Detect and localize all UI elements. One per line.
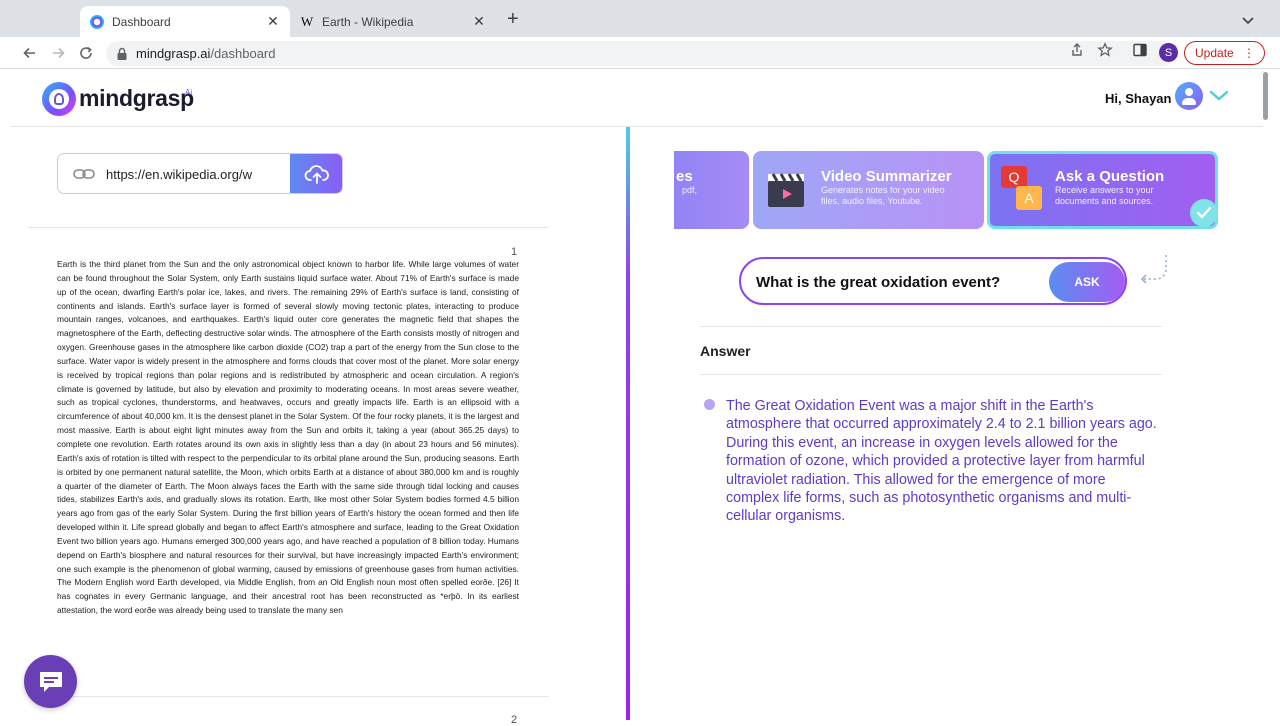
clapperboard-icon [768, 173, 804, 207]
forward-arrow-icon[interactable] [48, 43, 68, 63]
cloud-upload-icon [304, 164, 329, 184]
logo-badge: Ai [185, 88, 193, 97]
star-icon[interactable] [1097, 42, 1113, 58]
reload-icon[interactable] [76, 43, 96, 63]
tool-title: Ask a Question [1055, 168, 1165, 185]
tab-title: Dashboard [112, 14, 171, 29]
answer-heading: Answer [700, 343, 751, 359]
ask-button[interactable]: ASK [1049, 262, 1125, 302]
chat-icon [39, 671, 62, 692]
new-tab-button[interactable]: + [507, 9, 519, 29]
mindgrasp-logo-icon[interactable] [42, 82, 76, 116]
share-icon[interactable] [1069, 42, 1085, 58]
qa-icon: Q A [1001, 166, 1043, 212]
update-button[interactable]: Update ⋮ [1184, 41, 1265, 65]
app-header: mindgrasp Ai Hi, Shayan [11, 70, 1263, 127]
document-text: Earth is the third planet from the Sun a… [57, 259, 519, 616]
tool-card-video-summarizer[interactable]: Video Summarizer Generates notes for you… [753, 151, 984, 229]
update-label: Update [1195, 46, 1234, 60]
profile-avatar[interactable]: S [1159, 43, 1178, 62]
close-icon[interactable]: ✕ [266, 13, 280, 30]
bullet-icon [704, 399, 715, 410]
link-icon [73, 169, 95, 179]
question-input[interactable] [756, 270, 1041, 294]
divider-line [28, 227, 549, 228]
divider-line [700, 374, 1162, 375]
page-number: 1 [511, 246, 518, 258]
tool-card-ask-a-question[interactable]: Q A Ask a Question Receive answers to yo… [987, 151, 1218, 229]
chat-button[interactable] [24, 655, 77, 708]
page-number: 2 [511, 714, 518, 726]
scrollbar-thumb[interactable] [1263, 72, 1268, 120]
lock-icon [117, 47, 127, 60]
tab-earth-wikipedia[interactable]: W Earth - Wikipedia ✕ [290, 6, 496, 37]
dashboard-favicon [90, 14, 104, 29]
tool-card-notes[interactable]: es pdf, [674, 151, 749, 229]
url-input[interactable] [106, 163, 286, 185]
tool-description: Generates notes for your video files, au… [821, 185, 945, 206]
chevron-down-icon[interactable] [1209, 90, 1229, 102]
menu-dots-icon[interactable]: ⋮ [1243, 45, 1255, 61]
browser-toolbar: mindgrasp.ai/dashboard S Update ⋮ [0, 37, 1280, 69]
url-path: /dashboard [210, 46, 276, 61]
user-avatar[interactable] [1175, 82, 1203, 110]
divider-line [700, 326, 1162, 327]
question-box: ASK [739, 257, 1127, 305]
divider-line [28, 696, 549, 697]
upload-button[interactable] [290, 154, 342, 193]
tool-description: pdf, [682, 185, 698, 195]
chevron-down-icon[interactable] [1240, 12, 1256, 28]
tab-title: Earth - Wikipedia [322, 14, 414, 29]
page-scrollbar[interactable] [1263, 70, 1269, 720]
dotted-arrow-icon [1141, 255, 1167, 284]
wikipedia-favicon: W [300, 13, 314, 29]
tool-carousel: es pdf, Video Summarizer Generates notes… [674, 151, 1224, 229]
tab-dashboard[interactable]: Dashboard ✕ [80, 6, 290, 37]
qa-icon-q: Q [1001, 166, 1027, 188]
sidebar-icon[interactable] [1132, 42, 1148, 58]
address-bar[interactable]: mindgrasp.ai/dashboard [106, 41, 1174, 66]
url-host: mindgrasp.ai [136, 46, 211, 61]
tool-description: Receive answers to your documents and so… [1055, 185, 1154, 206]
check-icon [1190, 199, 1218, 227]
qa-icon-a: A [1016, 186, 1042, 210]
logo-text[interactable]: mindgrasp [79, 85, 194, 112]
back-arrow-icon[interactable] [20, 43, 40, 63]
answer-text: The Great Oxidation Event was a major sh… [726, 398, 1157, 525]
source-url-field [57, 153, 343, 194]
close-icon[interactable]: ✕ [472, 13, 486, 30]
browser-tab-strip: Dashboard ✕ W Earth - Wikipedia ✕ + [0, 0, 1280, 37]
user-greeting: Hi, Shayan [1105, 91, 1172, 106]
tool-title: es [676, 168, 693, 185]
pane-divider[interactable] [626, 127, 630, 720]
tool-title: Video Summarizer [821, 168, 952, 185]
